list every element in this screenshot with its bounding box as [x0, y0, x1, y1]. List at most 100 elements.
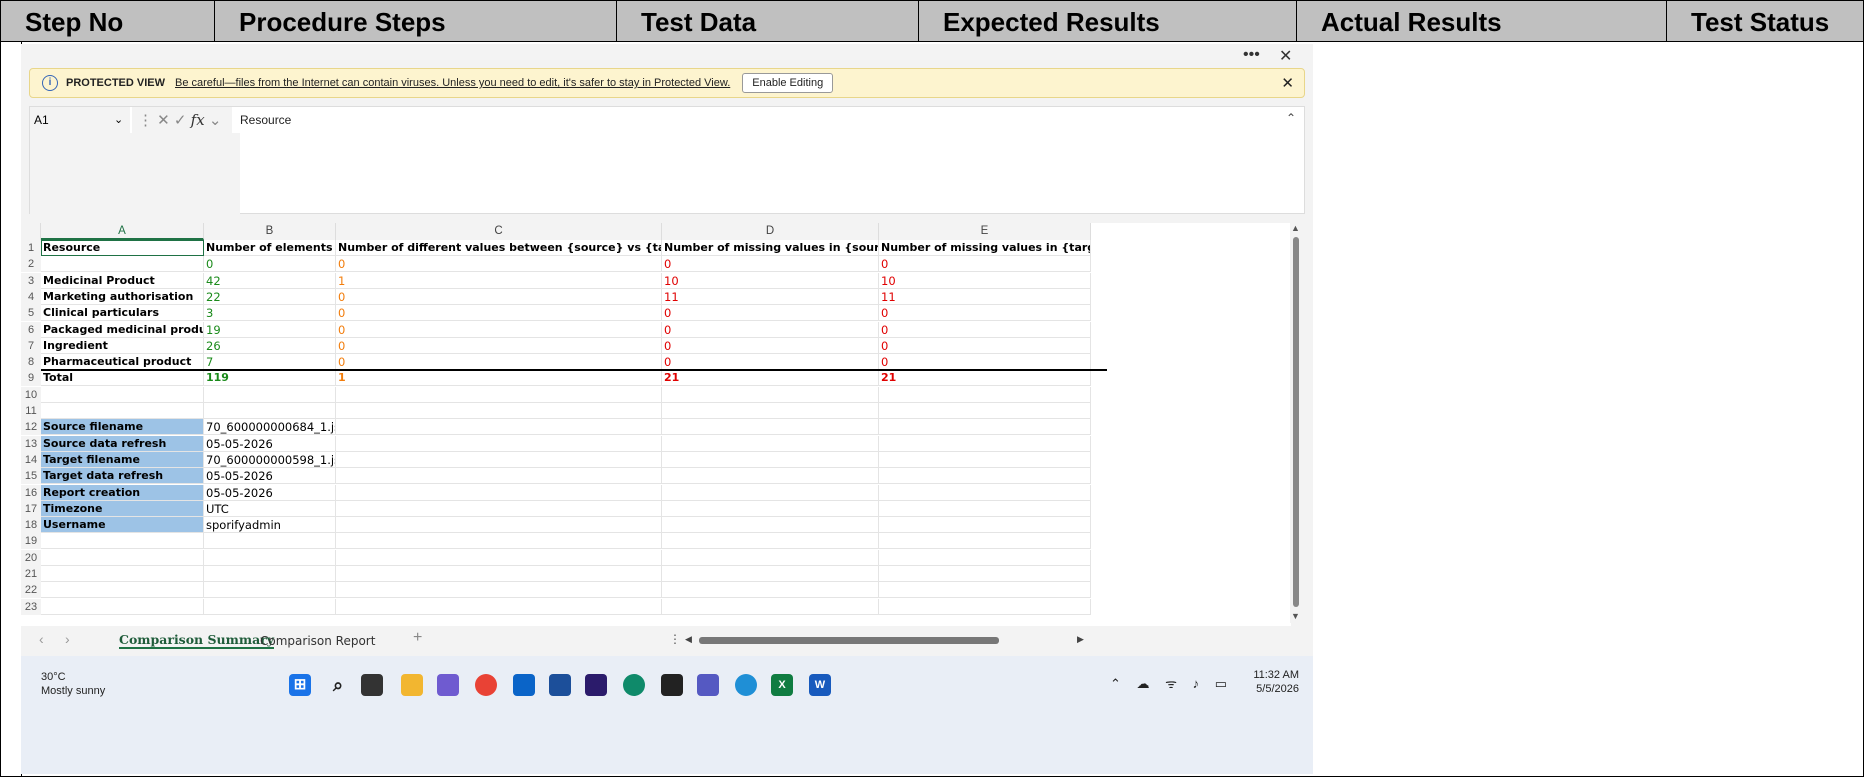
cell-d23[interactable] [662, 598, 879, 615]
cell-d15[interactable] [662, 468, 879, 485]
column-header-a[interactable]: A [41, 223, 204, 240]
cell-c6[interactable]: 0 [336, 321, 662, 338]
cell-b16[interactable]: 05-05-2026 [204, 484, 336, 501]
chevron-down-icon[interactable]: ⌄ [114, 107, 123, 133]
cell-e22[interactable] [879, 582, 1091, 599]
cell-b19[interactable] [204, 533, 336, 550]
row-header[interactable]: 10 [21, 386, 41, 403]
cell-e7[interactable]: 0 [879, 337, 1091, 354]
cell-e15[interactable] [879, 468, 1091, 485]
cell-a7[interactable]: Ingredient [41, 337, 204, 354]
sticky-notes-icon[interactable] [661, 674, 683, 696]
tab-comparison-report[interactable]: Comparison Report [260, 634, 375, 648]
cell-c18[interactable] [336, 517, 662, 534]
cell-e4[interactable]: 11 [879, 288, 1091, 305]
next-sheet-icon[interactable]: › [65, 631, 70, 647]
cell-e6[interactable]: 0 [879, 321, 1091, 338]
cell-c3[interactable]: 1 [336, 272, 662, 289]
cell-d20[interactable] [662, 549, 879, 566]
cell-a6[interactable]: Packaged medicinal product [41, 321, 204, 338]
cell-a23[interactable] [41, 598, 204, 615]
row-header[interactable]: 19 [21, 533, 41, 550]
cell-c14[interactable] [336, 451, 662, 468]
cell-e5[interactable]: 0 [879, 305, 1091, 322]
cell-b18[interactable]: sporifyadmin [204, 517, 336, 534]
row-header[interactable]: 22 [21, 582, 41, 599]
cell-a21[interactable] [41, 566, 204, 582]
cell-c4[interactable]: 0 [336, 288, 662, 305]
scroll-thumb[interactable] [1293, 237, 1299, 607]
cell-d8[interactable]: 0 [662, 354, 879, 371]
cell-a10[interactable] [41, 386, 204, 403]
row-header[interactable]: 7 [21, 337, 41, 354]
cell-e14[interactable] [879, 451, 1091, 468]
cell-b23[interactable] [204, 598, 336, 615]
cancel-icon[interactable]: ✕ [157, 112, 170, 129]
row-header[interactable]: 6 [21, 321, 41, 338]
more-options-icon[interactable]: ••• [1243, 46, 1260, 64]
cell-c20[interactable] [336, 549, 662, 566]
cell-c13[interactable] [336, 435, 662, 452]
close-icon[interactable]: ✕ [1281, 74, 1294, 92]
cell-a19[interactable] [41, 533, 204, 550]
teams-icon[interactable] [697, 674, 719, 696]
cell-e23[interactable] [879, 598, 1091, 615]
cell-a17[interactable]: Timezone [41, 500, 204, 517]
spreadsheet-grid[interactable]: A B C D E 1 Resource Number of elements Number o… [21, 223, 1291, 626]
scroll-down-icon[interactable]: ▼ [1291, 611, 1300, 621]
excel-icon[interactable]: X [771, 674, 793, 696]
cell-c15[interactable] [336, 468, 662, 485]
cell-a3[interactable]: Medicinal Product [41, 272, 204, 289]
row-header[interactable]: 1 [21, 240, 41, 256]
cell-d18[interactable] [662, 517, 879, 534]
cell-b10[interactable] [204, 386, 336, 403]
cell-b9[interactable]: 119 [204, 370, 336, 387]
cell-d9[interactable]: 21 [662, 370, 879, 387]
row-header[interactable]: 9 [21, 370, 41, 387]
cell-b1[interactable]: Number of elements [204, 240, 336, 256]
word-icon[interactable]: W [809, 674, 831, 696]
cell-e2[interactable]: 0 [879, 256, 1091, 273]
row-header[interactable]: 13 [21, 435, 41, 452]
column-header-e[interactable]: E [879, 223, 1091, 240]
vertical-dots-icon[interactable]: ⋮ [138, 112, 153, 129]
cell-a4[interactable]: Marketing authorisation [41, 288, 204, 305]
cell-c23[interactable] [336, 598, 662, 615]
cell-d3[interactable]: 10 [662, 272, 879, 289]
cell-c11[interactable] [336, 403, 662, 419]
row-header[interactable]: 15 [21, 468, 41, 485]
cell-e21[interactable] [879, 566, 1091, 582]
cell-b14[interactable]: 70_600000000598_1.json [204, 451, 336, 468]
cell-d13[interactable] [662, 435, 879, 452]
cell-a11[interactable] [41, 403, 204, 419]
row-header[interactable]: 3 [21, 272, 41, 289]
row-header[interactable]: 11 [21, 403, 41, 419]
cell-a2[interactable] [41, 256, 204, 273]
cell-c2[interactable]: 0 [336, 256, 662, 273]
row-header[interactable]: 14 [21, 451, 41, 468]
cell-b6[interactable]: 19 [204, 321, 336, 338]
store-icon[interactable] [437, 674, 459, 696]
protected-view-message[interactable]: Be careful—files from the Internet can c… [175, 77, 730, 89]
chrome-icon[interactable] [475, 674, 497, 696]
cell-a8[interactable]: Pharmaceutical product [41, 354, 204, 371]
cell-a16[interactable]: Report creation [41, 484, 204, 501]
formula-input[interactable]: Resource [240, 113, 291, 127]
cell-d11[interactable] [662, 403, 879, 419]
cell-c12[interactable] [336, 419, 662, 436]
row-header[interactable]: 12 [21, 419, 41, 436]
row-header[interactable]: 5 [21, 305, 41, 322]
cell-d22[interactable] [662, 582, 879, 599]
intellij-icon[interactable] [585, 674, 607, 696]
cell-b5[interactable]: 3 [204, 305, 336, 322]
fx-icon[interactable]: fx [191, 111, 205, 129]
cell-a22[interactable] [41, 582, 204, 599]
row-header[interactable]: 21 [21, 566, 41, 582]
cell-a9[interactable]: Total [41, 370, 204, 387]
cell-a20[interactable] [41, 549, 204, 566]
prev-sheet-icon[interactable]: ‹ [39, 631, 44, 647]
cell-c21[interactable] [336, 566, 662, 582]
cell-c7[interactable]: 0 [336, 337, 662, 354]
cell-d2[interactable]: 0 [662, 256, 879, 273]
tab-comparison-summary[interactable]: Comparison Summary [119, 632, 275, 649]
